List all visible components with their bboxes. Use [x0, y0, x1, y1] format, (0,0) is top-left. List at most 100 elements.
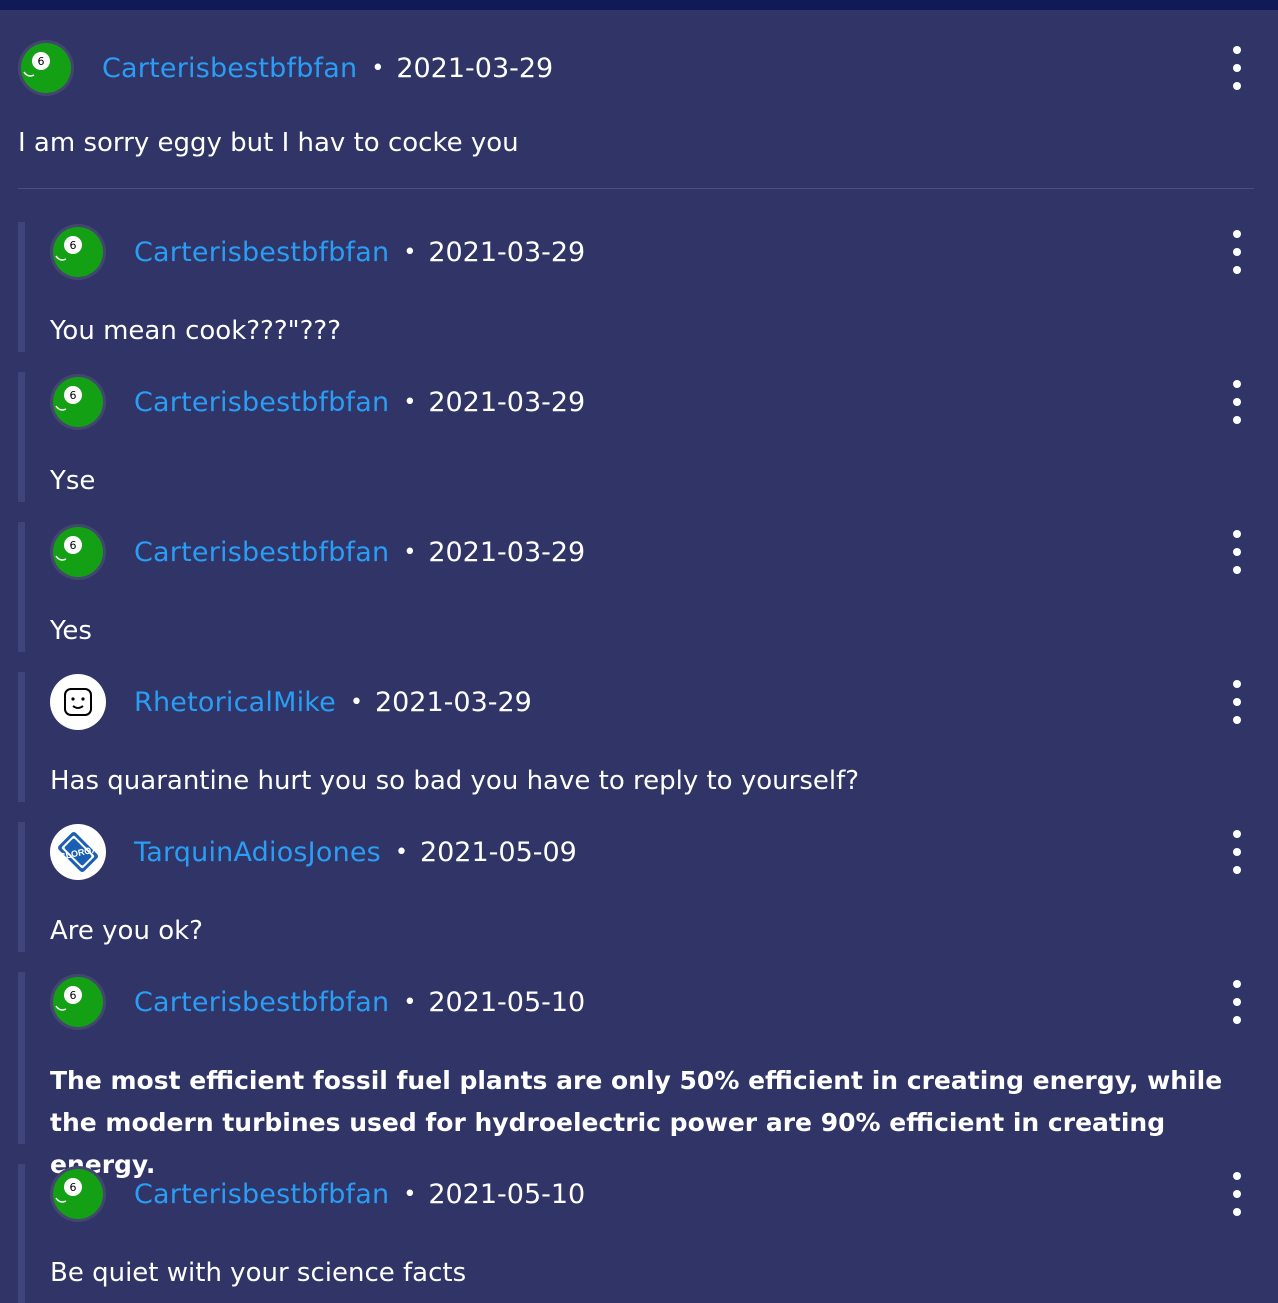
- more-dot-icon: [1233, 698, 1241, 706]
- comment-date: 2021-05-10: [428, 986, 586, 1018]
- svg-text:6: 6: [70, 539, 77, 552]
- separator-dot: •: [403, 389, 417, 415]
- more-dot-icon: [1233, 530, 1241, 538]
- more-options-button[interactable]: [1227, 46, 1247, 90]
- username-link[interactable]: Carterisbestbfbfan: [102, 53, 357, 84]
- comment-text: Has quarantine hurt you so bad you have …: [50, 766, 860, 796]
- comment-text: You mean cook???"???: [50, 316, 342, 346]
- comment-text: Be quiet with your science facts: [50, 1258, 467, 1288]
- separator-dot: •: [403, 239, 417, 265]
- separator-dot: •: [349, 689, 363, 715]
- reply-thread-bar: [18, 1164, 25, 1303]
- comment-header: 6 Carterisbestbfbfan • 2021-03-29: [50, 222, 585, 282]
- comment-header: CLOROX TarquinAdiosJones • 2021-05-09: [50, 822, 577, 882]
- username-link[interactable]: Carterisbestbfbfan: [134, 987, 389, 1018]
- comment-date: 2021-03-29: [428, 236, 586, 268]
- svg-text:6: 6: [70, 389, 77, 402]
- comment-header: 6 Carterisbestbfbfan • 2021-03-29: [50, 372, 585, 432]
- svg-text:6: 6: [38, 55, 45, 68]
- comment-date: 2021-03-29: [396, 52, 554, 84]
- ball-6-avatar[interactable]: 6: [50, 1166, 106, 1222]
- more-options-button[interactable]: [1227, 230, 1247, 274]
- reply-thread-bar: [18, 822, 25, 952]
- comment-date: 2021-05-09: [419, 836, 577, 868]
- top-bar: [0, 0, 1278, 10]
- more-options-button[interactable]: [1227, 380, 1247, 424]
- more-options-button[interactable]: [1227, 980, 1247, 1024]
- more-options-button[interactable]: [1227, 1172, 1247, 1216]
- comment: 6 Carterisbestbfbfan • 2021-03-29 I am s…: [18, 38, 1254, 189]
- more-dot-icon: [1233, 1190, 1241, 1198]
- comment-header: 6 Carterisbestbfbfan • 2021-03-29: [18, 38, 553, 98]
- comment-date: 2021-05-10: [428, 1178, 586, 1210]
- comment-date: 2021-03-29: [428, 386, 586, 418]
- comment-date: 2021-03-29: [428, 536, 586, 568]
- reply-comment: 6 Carterisbestbfbfan • 2021-05-10 The mo…: [18, 972, 1258, 1179]
- more-dot-icon: [1233, 866, 1241, 874]
- username-link[interactable]: Carterisbestbfbfan: [134, 1179, 389, 1210]
- reply-thread-bar: [18, 372, 25, 502]
- separator-dot: •: [403, 989, 417, 1015]
- svg-text:6: 6: [70, 1181, 77, 1194]
- more-dot-icon: [1233, 266, 1241, 274]
- comment-text: Yes: [50, 616, 92, 646]
- more-dot-icon: [1233, 980, 1241, 988]
- ball-6-avatar[interactable]: 6: [50, 974, 106, 1030]
- more-options-button[interactable]: [1227, 530, 1247, 574]
- more-dot-icon: [1233, 64, 1241, 72]
- reply-comment: RhetoricalMike • 2021-03-29 Has quaranti…: [18, 672, 1258, 802]
- reply-thread-bar: [18, 222, 25, 352]
- username-link[interactable]: RhetoricalMike: [134, 687, 336, 718]
- username-link[interactable]: Carterisbestbfbfan: [134, 537, 389, 568]
- more-dot-icon: [1233, 830, 1241, 838]
- separator-dot: •: [403, 1181, 417, 1207]
- comment-header: RhetoricalMike • 2021-03-29: [50, 672, 532, 732]
- more-dot-icon: [1233, 1172, 1241, 1180]
- more-dot-icon: [1233, 398, 1241, 406]
- more-dot-icon: [1233, 680, 1241, 688]
- reply-comment: 6 Carterisbestbfbfan • 2021-03-29 You me…: [18, 222, 1258, 352]
- comment-text: Yse: [50, 466, 96, 496]
- more-dot-icon: [1233, 416, 1241, 424]
- reply-comment: 6 Carterisbestbfbfan • 2021-03-29 Yse: [18, 372, 1258, 502]
- ball-6-avatar[interactable]: 6: [50, 524, 106, 580]
- reply-thread-bar: [18, 672, 25, 802]
- comment-date: 2021-03-29: [374, 686, 532, 718]
- reply-thread-bar: [18, 972, 25, 1144]
- more-dot-icon: [1233, 548, 1241, 556]
- username-link[interactable]: TarquinAdiosJones: [134, 837, 381, 868]
- more-dot-icon: [1233, 380, 1241, 388]
- reply-comment: 6 Carterisbestbfbfan • 2021-05-10 Be qui…: [18, 1164, 1258, 1303]
- ball-6-avatar[interactable]: 6: [50, 374, 106, 430]
- comment-header: 6 Carterisbestbfbfan • 2021-03-29: [50, 522, 585, 582]
- clorox-avatar[interactable]: CLOROX: [50, 824, 106, 880]
- more-dot-icon: [1233, 230, 1241, 238]
- comment-header: 6 Carterisbestbfbfan • 2021-05-10: [50, 972, 585, 1032]
- more-options-button[interactable]: [1227, 830, 1247, 874]
- more-dot-icon: [1233, 998, 1241, 1006]
- ball-6-avatar[interactable]: 6: [18, 40, 74, 96]
- separator-dot: •: [403, 539, 417, 565]
- more-dot-icon: [1233, 1016, 1241, 1024]
- more-dot-icon: [1233, 248, 1241, 256]
- more-dot-icon: [1233, 716, 1241, 724]
- username-link[interactable]: Carterisbestbfbfan: [134, 237, 389, 268]
- comment-text: I am sorry eggy but I hav to cocke you: [18, 128, 519, 158]
- smiley-box-avatar[interactable]: [50, 674, 106, 730]
- reply-comment: CLOROX TarquinAdiosJones • 2021-05-09 Ar…: [18, 822, 1258, 952]
- separator-dot: •: [371, 55, 385, 81]
- more-dot-icon: [1233, 848, 1241, 856]
- comment-header: 6 Carterisbestbfbfan • 2021-05-10: [50, 1164, 585, 1224]
- more-dot-icon: [1233, 566, 1241, 574]
- separator-dot: •: [394, 839, 408, 865]
- more-dot-icon: [1233, 82, 1241, 90]
- reply-comment: 6 Carterisbestbfbfan • 2021-03-29 Yes: [18, 522, 1258, 652]
- more-options-button[interactable]: [1227, 680, 1247, 724]
- username-link[interactable]: Carterisbestbfbfan: [134, 387, 389, 418]
- reply-thread-bar: [18, 522, 25, 652]
- more-dot-icon: [1233, 1208, 1241, 1216]
- svg-text:6: 6: [70, 239, 77, 252]
- more-dot-icon: [1233, 46, 1241, 54]
- ball-6-avatar[interactable]: 6: [50, 224, 106, 280]
- svg-text:6: 6: [70, 989, 77, 1002]
